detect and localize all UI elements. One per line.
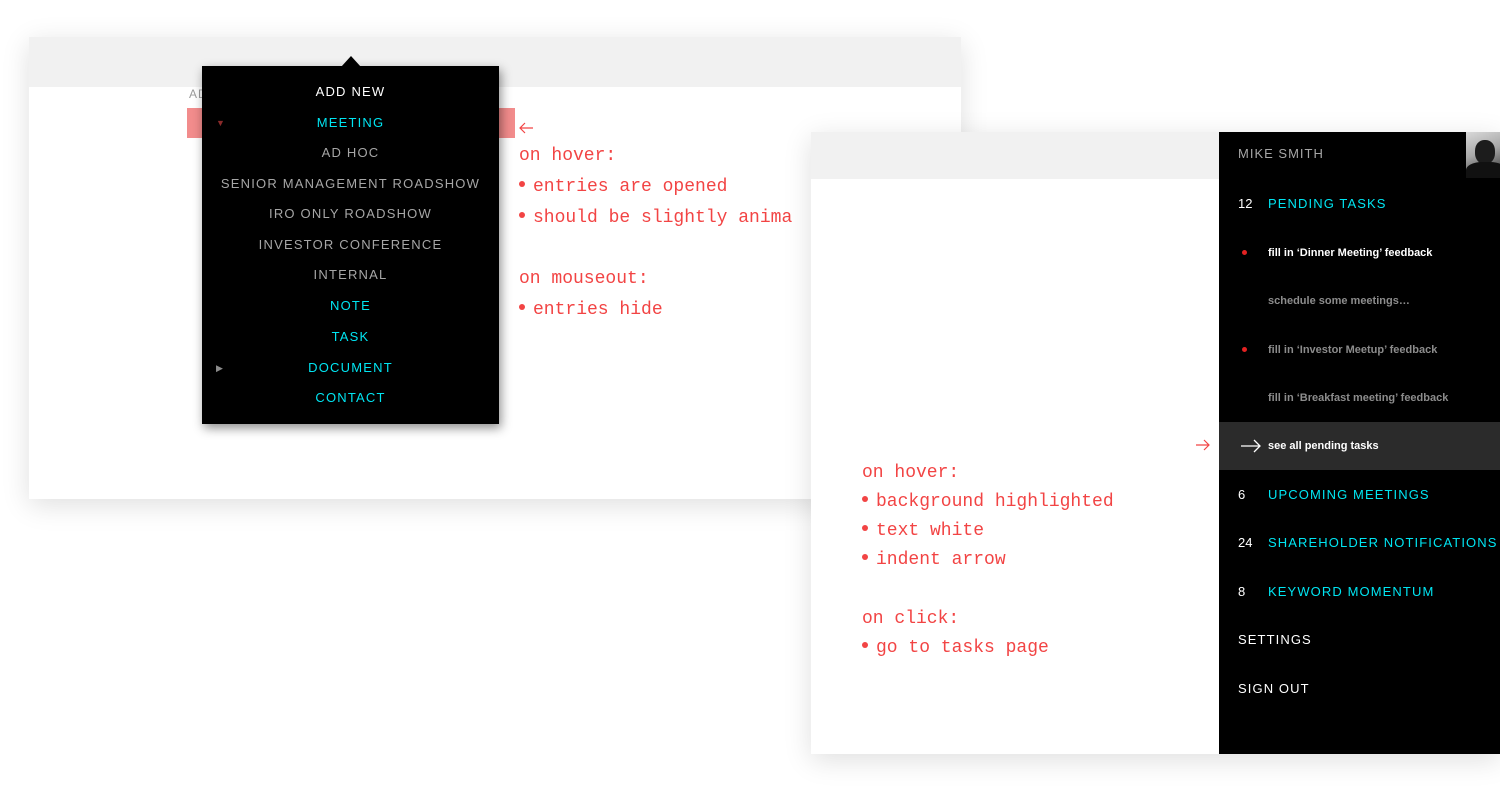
annotation-bullet: background highlighted bbox=[862, 492, 1114, 512]
section-count: 6 bbox=[1238, 487, 1246, 502]
section-label: UPCOMING MEETINGS bbox=[1268, 487, 1430, 502]
annotation-bullet: should be slightly anima bbox=[519, 208, 811, 228]
add-new-dropdown: ADD NEW ▼ MEETING AD HOC SENIOR MANAGEME… bbox=[202, 66, 499, 424]
dropdown-header: ADD NEW bbox=[315, 84, 386, 99]
annotation-line: on hover: bbox=[519, 146, 617, 166]
triangle-right-icon[interactable]: ▶ bbox=[216, 353, 224, 383]
dropdown-item-iro-only-roadshow[interactable]: IRO ONLY ROADSHOW bbox=[202, 199, 499, 229]
task-item[interactable]: fill in ‘Investor Meetup’ feedback bbox=[1219, 326, 1500, 374]
user-avatar[interactable] bbox=[1466, 132, 1500, 178]
annotation-text: background highlighted bbox=[876, 492, 1114, 512]
annotation-bullet: indent arrow bbox=[862, 550, 1006, 570]
dropdown-item-note[interactable]: NOTE bbox=[202, 291, 499, 321]
section-count: 24 bbox=[1238, 535, 1253, 550]
annotation-text: indent arrow bbox=[876, 550, 1006, 570]
dropdown-item-label: DOCUMENT bbox=[308, 360, 393, 375]
dropdown-item-label: INTERNAL bbox=[313, 267, 388, 282]
dropdown-item-label: INVESTOR CONFERENCE bbox=[258, 237, 443, 252]
dropdown-item-label: AD HOC bbox=[321, 145, 380, 160]
annotation-text: go to tasks page bbox=[876, 638, 1049, 658]
annotation-text: should be slightly anima bbox=[533, 208, 793, 228]
annotation-line: on click: bbox=[862, 609, 960, 629]
dropdown-item-document[interactable]: ▶ DOCUMENT bbox=[202, 353, 499, 383]
annotation-line: on mouseout: bbox=[519, 269, 649, 289]
arrow-right-icon bbox=[1241, 439, 1261, 453]
dropdown-item-internal[interactable]: INTERNAL bbox=[202, 260, 499, 290]
dropdown-item-label: IRO ONLY ROADSHOW bbox=[269, 206, 432, 221]
task-item[interactable]: fill in ‘Breakfast meeting’ feedback bbox=[1219, 374, 1500, 422]
see-all-pending-tasks-link[interactable]: see all pending tasks bbox=[1219, 422, 1500, 470]
section-count: 12 bbox=[1238, 196, 1253, 211]
settings-label: SETTINGS bbox=[1238, 632, 1312, 647]
task-text: schedule some meetings… bbox=[1268, 295, 1410, 307]
urgent-dot-icon bbox=[1242, 347, 1247, 352]
dropdown-item-label: TASK bbox=[331, 329, 370, 344]
dropdown-item-label: MEETING bbox=[316, 115, 385, 130]
sidebar-section-pending-tasks[interactable]: 12 PENDING TASKS bbox=[1219, 180, 1500, 228]
see-all-label: see all pending tasks bbox=[1268, 440, 1379, 452]
dropdown-item-meeting[interactable]: ▼ MEETING bbox=[202, 108, 499, 138]
dropdown-item-ad-hoc[interactable]: AD HOC bbox=[202, 138, 499, 168]
task-text: fill in ‘Breakfast meeting’ feedback bbox=[1268, 392, 1449, 404]
sidebar-section-upcoming-meetings[interactable]: 6 UPCOMING MEETINGS bbox=[1219, 471, 1500, 519]
section-label: KEYWORD MOMENTUM bbox=[1268, 584, 1435, 599]
right-arrow-icon bbox=[1196, 439, 1210, 451]
dropdown-item-contact[interactable]: CONTACT bbox=[202, 383, 499, 413]
dropdown-item-task[interactable]: TASK bbox=[202, 322, 499, 352]
sidebar-section-keyword-momentum[interactable]: 8 KEYWORD MOMENTUM bbox=[1219, 568, 1500, 616]
annotation-text: entries are opened bbox=[533, 177, 728, 197]
annotation-bullet: entries hide bbox=[519, 300, 663, 320]
sidebar-settings-link[interactable]: SETTINGS bbox=[1219, 616, 1500, 664]
dropdown-item-label: SENIOR MANAGEMENT ROADSHOW bbox=[220, 176, 481, 191]
annotation-text: entries hide bbox=[533, 300, 663, 320]
dropdown-item-senior-management-roadshow[interactable]: SENIOR MANAGEMENT ROADSHOW bbox=[202, 169, 499, 199]
annotation-bullet: go to tasks page bbox=[862, 638, 1049, 658]
task-item[interactable]: fill in ‘Dinner Meeting’ feedback bbox=[1219, 229, 1500, 277]
triangle-down-icon[interactable]: ▼ bbox=[216, 108, 226, 138]
dropdown-item-label: NOTE bbox=[330, 298, 371, 313]
user-name: MIKE SMITH bbox=[1238, 146, 1324, 161]
sign-out-label: SIGN OUT bbox=[1238, 681, 1310, 696]
urgent-dot-icon bbox=[1242, 250, 1247, 255]
task-item[interactable]: schedule some meetings… bbox=[1219, 277, 1500, 325]
left-arrow-icon bbox=[519, 122, 533, 134]
sidebar-sign-out-link[interactable]: SIGN OUT bbox=[1219, 665, 1500, 713]
section-label: SHAREHOLDER NOTIFICATIONS bbox=[1268, 535, 1498, 550]
annotation-bullet: text white bbox=[862, 521, 984, 541]
panel-top-bar bbox=[811, 132, 1219, 179]
sidebar-section-shareholder-notifications[interactable]: 24 SHAREHOLDER NOTIFICATIONS bbox=[1219, 519, 1500, 567]
annotation-line: on hover: bbox=[862, 463, 960, 483]
dropdown-item-label: CONTACT bbox=[315, 390, 386, 405]
task-text: fill in ‘Investor Meetup’ feedback bbox=[1268, 344, 1438, 356]
section-label: PENDING TASKS bbox=[1268, 196, 1387, 211]
task-text: fill in ‘Dinner Meeting’ feedback bbox=[1268, 247, 1433, 259]
annotation-bullet: entries are opened bbox=[519, 177, 727, 197]
dropdown-item-investor-conference[interactable]: INVESTOR CONFERENCE bbox=[202, 230, 499, 260]
annotation-text: text white bbox=[876, 521, 985, 541]
section-count: 8 bbox=[1238, 584, 1246, 599]
